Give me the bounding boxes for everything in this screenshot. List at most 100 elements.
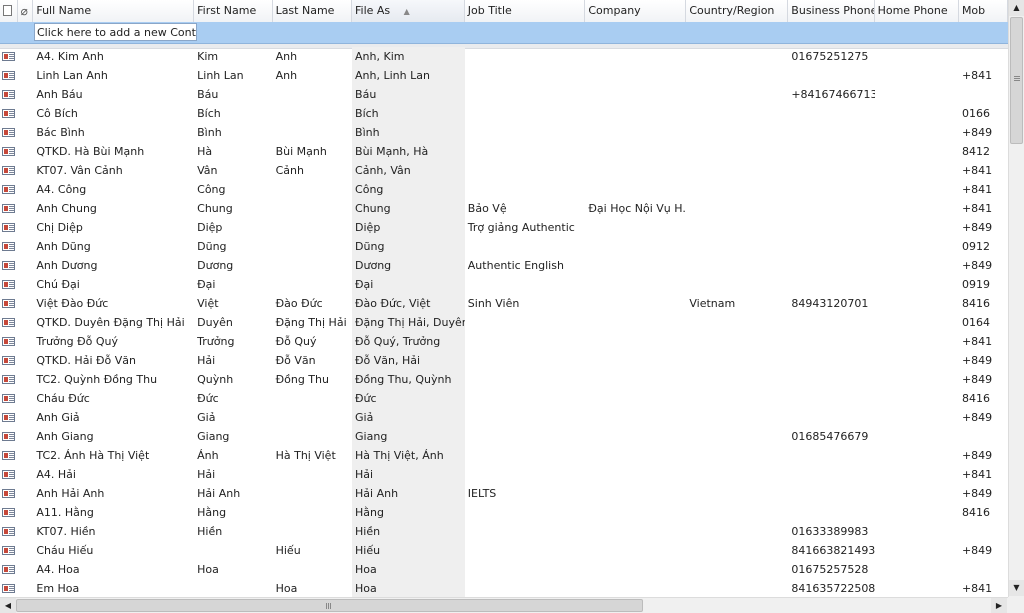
cell-first-name: Dương — [197, 259, 234, 272]
contact-card-icon — [2, 90, 15, 99]
table-row[interactable]: Bác Bình Bình Bình +849 — [0, 123, 1008, 142]
table-row[interactable]: Linh Lan Anh Linh Lan Anh Anh, Linh Lan +841 — [0, 66, 1008, 85]
table-row[interactable]: Cô Bích Bích Bích 0166 — [0, 104, 1008, 123]
column-header-company[interactable]: Company — [585, 0, 687, 22]
cell-first-name: Hải — [197, 468, 216, 481]
table-row[interactable]: TC2. Ánh Hà Thị Việt Ánh Hà Thị Việt Hà Thị… — [0, 446, 1008, 465]
column-header-job-title[interactable]: Job Title — [465, 0, 586, 22]
attachment-cell — [18, 389, 34, 408]
cell-first-name: Kim — [197, 50, 219, 63]
contact-cell-icon — [0, 446, 18, 465]
column-header-label: Mob — [961, 4, 986, 17]
cell-country — [686, 256, 788, 275]
table-row[interactable]: A4. Kim Anh Kim Anh Anh, Kim 01675251275 — [0, 47, 1008, 66]
cell-full-name: Cháu Hiếu — [36, 544, 94, 557]
table-row[interactable]: QTKD. Hà Bùi Mạnh Hà Bùi Mạnh Bùi Mạnh, Hà 8… — [0, 142, 1008, 161]
cell-file-as: Hải Anh — [352, 484, 465, 503]
cell-business-phone — [788, 446, 874, 465]
contact-cell-icon — [0, 47, 18, 66]
table-row[interactable]: QTKD. Duyên Đặng Thị Hải Duyên Đặng Thị Hả… — [0, 313, 1008, 332]
cell-business-phone — [788, 104, 874, 123]
cell-business-phone — [788, 484, 874, 503]
column-header-business-phone[interactable]: Business Phone — [788, 0, 875, 22]
cell-first-name: Bích — [197, 107, 221, 120]
cell-last-name: Đỗ Quý — [275, 335, 317, 348]
scroll-right-arrow-icon[interactable]: ▶ — [991, 598, 1007, 613]
cell-last-name — [273, 218, 352, 237]
cell-last-name — [273, 560, 352, 579]
horizontal-scroll-thumb[interactable] — [16, 599, 643, 612]
cell-last-name: Bùi Mạnh — [275, 145, 327, 158]
cell-job-title — [465, 47, 586, 66]
scroll-up-arrow-icon[interactable]: ▲ — [1009, 0, 1024, 16]
column-header-full-name[interactable]: Full Name — [33, 0, 195, 22]
cell-mobile: 0166 — [961, 107, 990, 120]
table-row[interactable]: Trưởng Đỗ Quý Trưởng Đỗ Quý Đỗ Quý, Trưởng +… — [0, 332, 1008, 351]
scroll-left-arrow-icon[interactable]: ◀ — [0, 598, 16, 613]
column-header-first-name[interactable]: First Name — [194, 0, 273, 22]
table-row[interactable]: Anh Giang Giang Giang 01685476679 — [0, 427, 1008, 446]
attachment-cell — [18, 161, 34, 180]
table-row[interactable]: Anh Hải Anh Hải Anh Hải Anh IELTS +849 — [0, 484, 1008, 503]
column-header-country[interactable]: Country/Region — [686, 0, 789, 22]
cell-business-phone: +841674667132 — [791, 88, 875, 101]
cell-full-name: Anh Báu — [36, 88, 83, 101]
table-row[interactable]: Anh Dương Dương Dương Authentic English +849 — [0, 256, 1008, 275]
column-header-last-name[interactable]: Last Name — [273, 0, 352, 22]
cell-first-name: Bình — [197, 126, 222, 139]
table-row[interactable]: Chú Đại Đại Đại 0919 — [0, 275, 1008, 294]
contact-cell-icon — [0, 484, 18, 503]
cell-company — [585, 313, 686, 332]
cell-job-title: Bảo Vệ — [467, 202, 507, 215]
attachment-cell — [18, 123, 34, 142]
table-row[interactable]: Anh Dũng Dũng Dũng 0912 — [0, 237, 1008, 256]
vertical-scroll-thumb[interactable] — [1010, 17, 1023, 144]
cell-first-name: Linh Lan — [197, 69, 244, 82]
table-row[interactable]: TC2. Quỳnh Đồng Thu Quỳnh Đồng Thu Đồng Thu… — [0, 370, 1008, 389]
table-row[interactable]: Anh Chung Chung Chung Bảo Vệ Đại Học Nội Vụ … — [0, 199, 1008, 218]
cell-business-phone: 01675257528 — [791, 563, 869, 576]
cell-last-name — [273, 503, 352, 522]
new-contact-row[interactable]: Click here to add a new Contact — [0, 22, 1008, 44]
table-row[interactable]: QTKD. Hải Đỗ Văn Hải Đỗ Văn Đỗ Văn, Hải +849 — [0, 351, 1008, 370]
cell-mobile: +841 — [961, 69, 993, 82]
table-row[interactable]: A11. Hằng Hằng Hằng 8416 — [0, 503, 1008, 522]
column-header-label: Home Phone — [877, 4, 948, 17]
contact-card-icon — [2, 109, 15, 118]
table-row[interactable]: KT07. Vân Cảnh Vân Cảnh Cảnh, Vân +841 — [0, 161, 1008, 180]
cell-country — [686, 85, 788, 104]
cell-business-phone: 841635722508 — [791, 582, 875, 595]
table-row[interactable]: Anh Báu Báu Báu +841674667132 — [0, 85, 1008, 104]
column-header-icon[interactable] — [0, 0, 18, 22]
table-row[interactable]: Cháu Hiếu Hiếu Hiếu 841663821493 +849 — [0, 541, 1008, 560]
column-header-file-as[interactable]: File As ▲ — [352, 0, 465, 22]
scroll-down-arrow-icon[interactable]: ▼ — [1009, 580, 1024, 596]
table-row[interactable]: A4. Hoa Hoa Hoa 01675257528 — [0, 560, 1008, 579]
column-header-home-phone[interactable]: Home Phone — [875, 0, 959, 22]
cell-last-name: Đồng Thu — [275, 373, 329, 386]
table-row[interactable]: Anh Giả Giả Giả +849 — [0, 408, 1008, 427]
cell-full-name: Chú Đại — [36, 278, 80, 291]
cell-last-name — [273, 408, 352, 427]
new-contact-input[interactable]: Click here to add a new Contact — [34, 23, 197, 41]
horizontal-scrollbar[interactable]: ◀ ▶ — [0, 597, 1008, 613]
table-row[interactable]: Em Hoa Hoa Hoa 841635722508 +841 — [0, 579, 1008, 597]
table-row[interactable]: Chị Diệp Diệp Diệp Trợ giảng Authentic +849 — [0, 218, 1008, 237]
contact-cell-icon — [0, 218, 18, 237]
cell-business-phone — [788, 256, 874, 275]
table-row[interactable]: Cháu Đức Đức Đức 8416 — [0, 389, 1008, 408]
cell-business-phone — [788, 465, 874, 484]
cell-home-phone — [875, 332, 959, 351]
column-header-mobile[interactable]: Mob — [959, 0, 1008, 22]
vertical-scrollbar[interactable]: ▲ ▼ — [1008, 0, 1024, 597]
cell-full-name: Việt Đào Đức — [36, 297, 109, 310]
table-row[interactable]: A4. Hải Hải Hải +841 — [0, 465, 1008, 484]
cell-job-title — [465, 123, 586, 142]
table-row[interactable]: A4. Công Công Công +841 — [0, 180, 1008, 199]
table-row[interactable]: Việt Đào Đức Việt Đào Đức Đào Đức, Việt Sinh… — [0, 294, 1008, 313]
cell-country: Vietnam — [689, 297, 736, 310]
column-header-attach[interactable]: ⌀ — [18, 0, 34, 22]
attachment-cell — [18, 446, 34, 465]
table-row[interactable]: KT07. Hiền Hiền Hiền 01633389983 — [0, 522, 1008, 541]
attachment-cell — [18, 522, 34, 541]
